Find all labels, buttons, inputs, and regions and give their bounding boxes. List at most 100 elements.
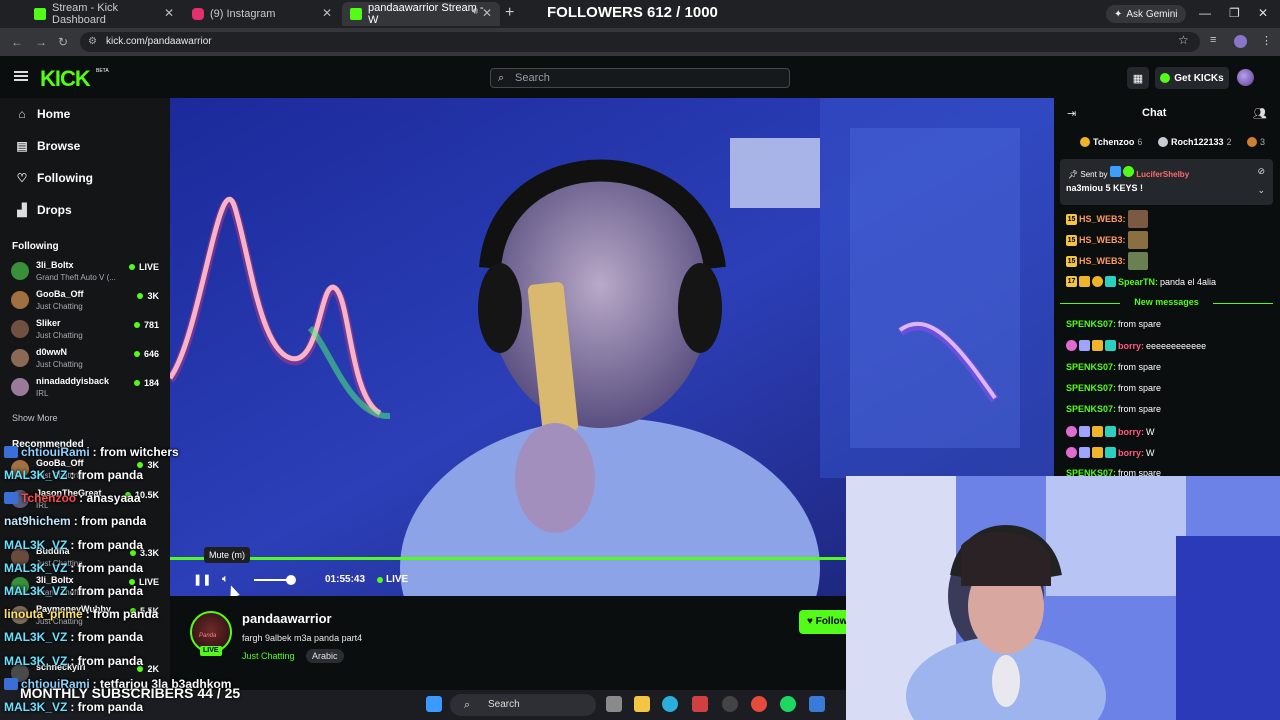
sidebar-item-home[interactable]: ⌂ Home	[16, 107, 70, 121]
chat-message[interactable]: borry: W	[1066, 447, 1155, 458]
live-dot-icon	[137, 293, 144, 299]
chat-username[interactable]: HS_WEB3:	[1079, 256, 1126, 266]
chevron-down-icon[interactable]: ⌄	[1257, 185, 1265, 196]
profile-icon[interactable]	[1234, 35, 1247, 48]
pinned-message[interactable]: 📌︎ Sent by LuciferShelby na3miou 5 KEYS …	[1060, 159, 1273, 205]
minimize-button[interactable]: —	[1199, 6, 1211, 20]
stream-category[interactable]: Just Chatting	[242, 651, 295, 661]
following-channel-row[interactable]: 3li_Boltx Grand Theft Auto V (... LIVE	[11, 258, 161, 286]
chat-username[interactable]: borry:	[1118, 341, 1144, 351]
unpin-icon[interactable]: ⊘	[1257, 166, 1265, 177]
chat-username[interactable]: SPENKS07:	[1066, 362, 1116, 372]
chat-username[interactable]: HS_WEB3:	[1079, 235, 1126, 245]
back-arrow-icon[interactable]: ←	[11, 35, 23, 49]
tab-instagram[interactable]: (9) Instagram ✕	[184, 2, 340, 26]
chat-message[interactable]: borry: eeeeeeeeeeee	[1066, 340, 1206, 351]
chat-username[interactable]: HS_WEB3:	[1079, 214, 1126, 224]
pinned-username[interactable]: LuciferShelby	[1136, 170, 1189, 179]
chat-message[interactable]: 17 SpearTN: panda el 4alia	[1066, 276, 1216, 287]
store-icon[interactable]	[692, 696, 708, 712]
avatar	[11, 320, 29, 338]
chat-message[interactable]: SPENKS07: from spare	[1066, 362, 1161, 372]
bronze-medal-icon	[1247, 137, 1257, 147]
following-channel-row[interactable]: Sliker Just Chatting 781	[11, 316, 161, 344]
chat-username[interactable]: SPENKS07:	[1066, 404, 1116, 414]
close-icon[interactable]: ✕	[164, 6, 174, 20]
leader-name: Tchenzoo	[1093, 137, 1135, 147]
collapse-chat-icon[interactable]: ⇥	[1067, 107, 1076, 120]
stream-tag[interactable]: Arabic	[306, 649, 344, 663]
chat-message[interactable]: SPENKS07: from spare	[1066, 383, 1161, 393]
chat-username[interactable]: SPENKS07:	[1066, 383, 1116, 393]
chat-username[interactable]: SPENKS07:	[1066, 319, 1116, 329]
close-icon[interactable]: ✕	[482, 6, 492, 20]
taskbar-search[interactable]: ⌕ Search	[450, 694, 596, 716]
chat-panel	[1054, 98, 1280, 478]
extensions-icon[interactable]: ≡	[1210, 34, 1216, 46]
mute-tooltip: Mute (m)	[204, 547, 250, 563]
reload-icon[interactable]: ↻	[58, 35, 68, 49]
followers-goal-overlay: FOLLOWERS 612 / 1000	[547, 4, 718, 21]
search-placeholder: Search	[515, 72, 550, 84]
hamburger-menu-icon[interactable]	[14, 71, 28, 81]
gift-leaderboard-item[interactable]: Roch122133 2	[1158, 137, 1232, 147]
chat-message[interactable]: SPENKS07: from spare	[1066, 319, 1161, 329]
sidebar-item-following[interactable]: ♡ Following	[16, 171, 93, 185]
overlay-chat-message: chtiouiRami: from witchers	[4, 445, 179, 459]
following-channel-row[interactable]: GooBa_Off Just Chatting 3K	[11, 287, 161, 315]
gift-leaderboard-item[interactable]: Tchenzoo 6	[1080, 137, 1142, 147]
library-icon[interactable]: ▦	[1127, 67, 1149, 89]
kick-favicon-icon	[34, 8, 46, 20]
chat-message[interactable]: 15 HS_WEB3:	[1066, 231, 1148, 249]
volume-slider-handle[interactable]	[286, 575, 296, 585]
window-close-button[interactable]: ✕	[1258, 6, 1268, 20]
app-icon[interactable]	[722, 696, 738, 712]
channel-name[interactable]: pandaawarrior	[242, 611, 332, 626]
new-messages-divider[interactable]: New messages	[1060, 297, 1273, 309]
edge-icon[interactable]	[662, 696, 678, 712]
new-tab-button[interactable]: +	[505, 4, 514, 22]
bookmark-star-icon[interactable]: ☆	[1178, 33, 1189, 47]
speaker-icon[interactable]: 🔊︎	[472, 6, 478, 17]
file-explorer-icon[interactable]	[634, 696, 650, 712]
show-more-link[interactable]: Show More	[12, 413, 58, 423]
following-channel-row[interactable]: d0wwN Just Chatting 646	[11, 345, 161, 373]
tab-kick-dashboard[interactable]: Stream - Kick Dashboard ✕	[26, 2, 182, 26]
gift-leaderboard-item[interactable]: 3	[1247, 137, 1265, 147]
chat-username[interactable]: borry:	[1118, 427, 1144, 437]
channel-category: IRL	[36, 389, 49, 398]
forward-arrow-icon[interactable]: →	[35, 35, 47, 49]
app-icon[interactable]	[809, 696, 825, 712]
chrome-icon[interactable]	[751, 696, 767, 712]
sidebar-item-drops[interactable]: ▟ Drops	[16, 203, 71, 217]
chat-username[interactable]: SpearTN:	[1118, 277, 1158, 287]
maximize-button[interactable]: ❐	[1229, 6, 1240, 20]
chat-message[interactable]: borry: W	[1066, 426, 1155, 437]
chat-message[interactable]: SPENKS07: from spare	[1066, 404, 1161, 414]
user-avatar[interactable]	[1237, 69, 1254, 86]
kick-logo[interactable]: KICK	[40, 66, 91, 92]
browser-toolbar: ← → ↻ ⚙ kick.com/pandaawarrior	[0, 28, 1280, 56]
close-icon[interactable]: ✕	[322, 6, 332, 20]
chat-users-icon[interactable]: 👥︎	[1253, 107, 1267, 120]
site-info-icon[interactable]: ⚙	[88, 32, 97, 52]
search-input[interactable]: ⌕ Search	[490, 68, 790, 88]
task-view-icon[interactable]	[606, 696, 622, 712]
following-channel-row[interactable]: ninadaddyisback IRL 184	[11, 374, 161, 402]
volume-icon[interactable]: 🔈︎	[222, 573, 229, 586]
instagram-favicon-icon	[192, 8, 204, 20]
channel-category: Grand Theft Auto V (...	[36, 273, 116, 282]
chat-message[interactable]: 15 HS_WEB3:	[1066, 210, 1148, 228]
chat-message[interactable]: 15 HS_WEB3:	[1066, 252, 1148, 270]
menu-kebab-icon[interactable]: ⋮	[1261, 34, 1272, 47]
pause-icon[interactable]: ❚❚	[193, 573, 211, 586]
search-icon: ⌕	[498, 72, 505, 84]
sidebar-item-browse[interactable]: ▤ Browse	[16, 139, 80, 153]
chat-username[interactable]: borry:	[1118, 448, 1144, 458]
get-kicks-button[interactable]: Get KICKs	[1155, 67, 1229, 89]
address-bar[interactable]: ⚙ kick.com/pandaawarrior	[80, 32, 1200, 52]
windows-start-icon[interactable]	[426, 696, 442, 712]
spotify-icon[interactable]	[780, 696, 796, 712]
ask-gemini-button[interactable]: ✦ Ask Gemini	[1106, 5, 1186, 23]
tab-pandaawarrior[interactable]: pandaawarrior Stream - W 🔊︎ ✕	[342, 2, 500, 26]
